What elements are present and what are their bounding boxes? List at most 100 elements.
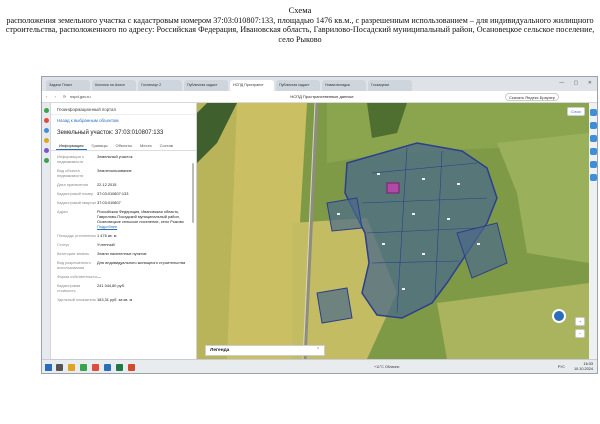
windows-start-icon[interactable] [45, 364, 52, 371]
screenshot-frame: Задачи Пласт Колонка на Алисе Гостинице … [41, 76, 598, 374]
search-icon[interactable] [56, 364, 63, 371]
page-title: НСПД Пространственные данные [290, 94, 354, 99]
browser-tab[interactable]: Задачи Пласт [46, 80, 90, 91]
browser-tab[interactable]: Новая вкладка [322, 80, 366, 91]
panel-scrollbar[interactable] [192, 163, 194, 223]
legend-bar[interactable]: Легенда ⌃ [205, 345, 325, 356]
attribute-row: Адрес Российская Федерация, Ивановская об… [57, 209, 190, 229]
attribute-key: Форма собственности [57, 274, 97, 279]
share-tool-icon[interactable] [590, 161, 597, 168]
parcel[interactable] [326, 197, 363, 232]
attribute-value: — [97, 274, 101, 279]
sidebar-app-icon[interactable] [44, 148, 49, 153]
address-value: Российская Федерация, Ивановская область… [97, 209, 184, 224]
explorer-icon[interactable] [68, 364, 75, 371]
tab-composition[interactable]: Состав [157, 141, 176, 150]
print-tool-icon[interactable] [590, 135, 597, 142]
more-link[interactable]: Подробнее [97, 224, 117, 229]
attribute-key: Информация о недвижимости [57, 154, 85, 164]
search-tool-icon[interactable] [590, 148, 597, 155]
info-tool-icon[interactable] [590, 109, 597, 116]
sidebar-app-icon[interactable] [44, 118, 49, 123]
nav-arrows-icon[interactable]: ‹ › ⟳ [46, 94, 69, 99]
object-info-panel: Геоинформационный портал Назад к выбранн… [51, 103, 197, 359]
attribute-value: 163,31 руб. за кв. м [97, 297, 133, 302]
chat-assistant-icon[interactable] [552, 309, 566, 323]
attribute-list: Информация о недвижимости Земельный участ… [51, 151, 196, 302]
attribute-row: Кадастровая стоимость 241 044,80 руб. [57, 283, 190, 293]
object-title: Земельный участок: 37:03:010807:133 [57, 130, 164, 136]
panel-tabs: Информация Границы Объекты Места Состав [51, 141, 196, 151]
system-clock[interactable]: 16:33 10.10.2024 [574, 362, 593, 372]
pdf-icon[interactable] [128, 364, 135, 371]
chevron-up-icon: ⌃ [315, 348, 320, 353]
attribute-key: Кадастровый номер [57, 191, 94, 196]
map-toolbar [589, 103, 597, 359]
app-icon[interactable] [92, 364, 99, 371]
attribute-row: Кадастровый квартал 37:03:010807 [57, 200, 190, 205]
attribute-value: 1 476 кв. м [97, 233, 117, 238]
parcel[interactable] [316, 287, 353, 324]
excel-icon[interactable] [116, 364, 123, 371]
attribute-key: Дата присвоения [57, 182, 88, 187]
layers-button[interactable]: Слои [567, 107, 585, 116]
location-tool-icon[interactable] [590, 174, 597, 181]
attribute-row: Статус Учтенный [57, 242, 190, 247]
back-link[interactable]: Назад к выбранным объектам [51, 115, 196, 126]
tab-places[interactable]: Места [137, 141, 155, 150]
browser-side-bar [42, 103, 51, 373]
attribute-key: Вид разрешенного использования [57, 260, 91, 270]
attribute-value: Российская Федерация, Ивановская область… [97, 209, 190, 229]
weather-widget[interactable]: +11°C Облачно [374, 365, 399, 369]
attribute-row: Информация о недвижимости Земельный участ… [57, 154, 190, 164]
attribute-value: Земельный участок [97, 154, 133, 159]
tab-objects[interactable]: Объекты [113, 141, 136, 150]
attribute-row: Площадь уточненная 1 476 кв. м [57, 233, 190, 238]
browser-tab[interactable]: Публичная кадаст [276, 80, 320, 91]
zoom-out-button[interactable]: − [575, 329, 586, 338]
sidebar-app-icon[interactable] [44, 138, 49, 143]
tab-information[interactable]: Информация [56, 141, 87, 150]
url-field[interactable]: nspd.gov.ru [70, 94, 91, 99]
caption-body: расположения земельного участка с кадаст… [5, 15, 595, 44]
sidebar-app-icon[interactable] [44, 128, 49, 133]
taskbar-apps [56, 364, 135, 371]
zoom-in-button[interactable]: + [575, 317, 586, 326]
attribute-key: Кадастровый квартал [57, 200, 97, 205]
satellite-map[interactable] [197, 103, 589, 359]
attribute-row: Вид объекта недвижимости Землепользование [57, 168, 190, 178]
clock-date: 10.10.2024 [573, 367, 593, 371]
selected-parcel[interactable] [386, 182, 400, 194]
browser-tab[interactable]: Гостинице 2 [138, 80, 182, 91]
attribute-row: Категория земель Земли населенных пунктов [57, 251, 190, 256]
sidebar-app-icon[interactable] [44, 108, 49, 113]
attribute-key: Категория земель [57, 251, 90, 256]
browser-tab[interactable]: Колонка на Алисе [92, 80, 136, 91]
attribute-key: Вид объекта недвижимости [57, 168, 84, 178]
tab-borders[interactable]: Границы [89, 141, 111, 150]
yandex-download-button[interactable]: Скачать Яндекс.Браузер [505, 93, 559, 101]
clock-time: 16:33 [583, 362, 593, 366]
browser-app-icon[interactable] [80, 364, 87, 371]
browser-tab[interactable]: Публичная кадаст [184, 80, 228, 91]
measure-tool-icon[interactable] [590, 122, 597, 129]
word-icon[interactable] [104, 364, 111, 371]
browser-tab-active[interactable]: НСПД Пространст [230, 80, 274, 91]
legend-label: Легенда [210, 348, 230, 353]
attribute-row: Вид разрешенного использования Для индиви… [57, 260, 190, 270]
attribute-row: Удельный показатель 163,31 руб. за кв. м [57, 297, 190, 302]
attribute-row: Дата присвоения 22.12.2015 [57, 182, 190, 187]
attribute-value: Учтенный [97, 242, 115, 247]
attribute-value: Для индивидуального жилищного строительс… [97, 260, 186, 265]
attribute-value: 241 044,80 руб. [97, 283, 125, 288]
browser-tab-strip: Задачи Пласт Колонка на Алисе Гостинице … [42, 77, 597, 91]
attribute-key: Кадастровая стоимость [57, 283, 81, 293]
browser-tab[interactable]: Госзакупки [368, 80, 412, 91]
window-controls[interactable]: — ▢ ✕ [559, 80, 596, 86]
attribute-value: 37:03:010807 [97, 200, 121, 205]
attribute-key: Удельный показатель [57, 297, 97, 302]
language-indicator[interactable]: РУС [558, 365, 565, 369]
portal-header: Геоинформационный портал [51, 103, 196, 115]
sidebar-app-icon[interactable] [44, 158, 49, 163]
attribute-value: 22.12.2015 [97, 182, 117, 187]
